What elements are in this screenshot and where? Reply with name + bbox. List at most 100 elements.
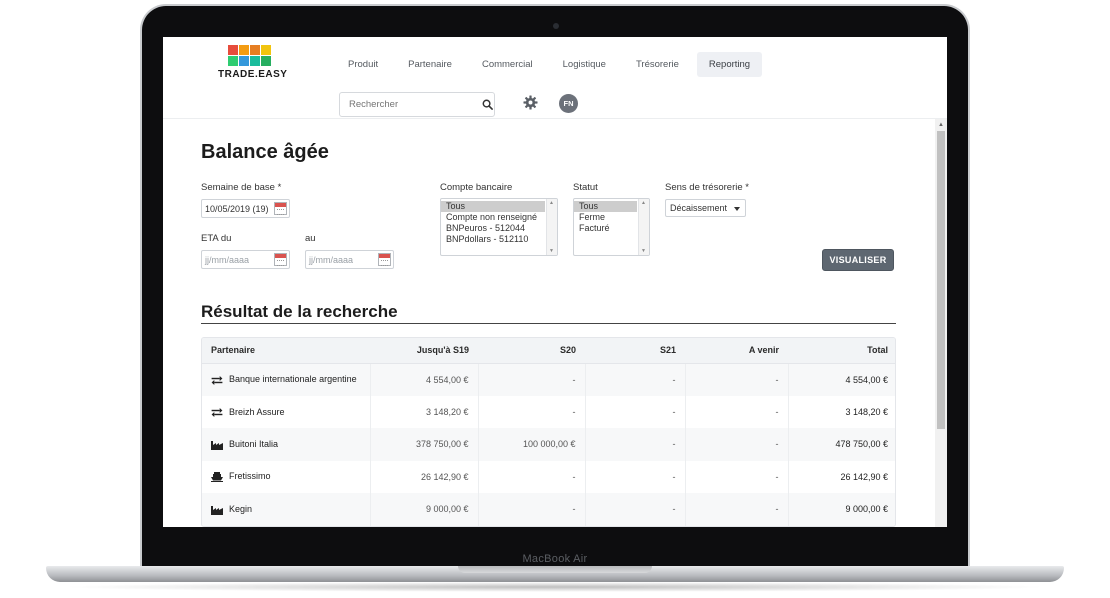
calendar-icon[interactable] xyxy=(378,253,391,266)
cell-s21: - xyxy=(585,395,686,428)
eta-au-label: au xyxy=(305,233,316,244)
table-row[interactable]: Banque internationale argentine 4 554,00… xyxy=(202,363,895,396)
compte-option[interactable]: Compte non renseigné xyxy=(441,212,557,223)
factory-icon xyxy=(211,505,223,515)
camera-icon xyxy=(553,23,559,29)
device-label: MacBook Air xyxy=(522,553,588,565)
cell-total: 9 000,00 € xyxy=(788,493,895,526)
cell-total: 478 750,00 € xyxy=(788,428,895,461)
compte-label: Compte bancaire xyxy=(440,182,513,193)
column-header[interactable]: A venir xyxy=(685,338,788,364)
table-row[interactable]: Fretissimo 26 142,90 € - - - 26 142,90 € xyxy=(202,460,895,493)
nav-item-tresorerie[interactable]: Trésorerie xyxy=(624,52,691,77)
scroll-up-icon[interactable]: ▲ xyxy=(938,122,944,128)
main-content: Balance âgée Semaine de base * 10/05/201… xyxy=(201,119,901,527)
partenaire-name[interactable]: Buitoni Italia xyxy=(229,439,278,449)
results-title: Résultat de la recherche xyxy=(201,302,398,321)
calendar-icon[interactable] xyxy=(274,253,287,266)
avatar[interactable]: FN xyxy=(559,94,578,113)
cell-s20: - xyxy=(478,395,586,428)
ship-icon xyxy=(211,472,223,483)
partenaire-cell: Banque internationale argentine xyxy=(202,363,371,396)
partenaire-name[interactable]: Kegin xyxy=(229,504,252,514)
semaine-value: 10/05/2019 (19) xyxy=(205,203,269,214)
sens-select[interactable]: Décaissement xyxy=(665,199,746,217)
semaine-field[interactable]: 10/05/2019 (19) xyxy=(201,199,290,218)
partenaire-name[interactable]: Breizh Assure xyxy=(229,407,285,417)
cell-s21: - xyxy=(585,460,686,493)
search-input[interactable] xyxy=(340,99,481,110)
cell-s20: - xyxy=(478,460,586,493)
eta-au-field[interactable]: jj/mm/aaaa xyxy=(305,250,394,269)
cell-a-venir: - xyxy=(685,428,789,461)
listbox-scrollbar[interactable] xyxy=(638,199,649,255)
transfer-icon xyxy=(211,407,223,417)
logo-tile xyxy=(239,45,249,55)
partenaire-name[interactable]: Fretissimo xyxy=(229,471,271,481)
statut-option[interactable]: Tous xyxy=(574,201,637,212)
factory-icon xyxy=(211,440,223,450)
column-header[interactable]: Partenaire xyxy=(202,338,370,364)
compte-option[interactable]: Tous xyxy=(441,201,545,212)
table-row[interactable]: Buitoni Italia 378 750,00 € 100 000,00 €… xyxy=(202,428,895,461)
page-scrollbar[interactable]: ▲ xyxy=(935,119,947,527)
eta-au-placeholder: jj/mm/aaaa xyxy=(309,254,354,265)
partenaire-cell: Fretissimo xyxy=(202,460,371,493)
column-header[interactable]: Total xyxy=(788,338,895,364)
app-screen: TRADE.EASY Produit Partenaire Commercial… xyxy=(163,37,947,527)
cell-jusqua-s19: 9 000,00 € xyxy=(370,493,479,526)
column-header[interactable]: Jusqu'à S19 xyxy=(370,338,478,364)
search-box xyxy=(339,92,495,117)
column-header[interactable]: S20 xyxy=(478,338,585,364)
logo-tile xyxy=(228,56,238,66)
partenaire-cell: Breizh Assure xyxy=(202,395,371,428)
search-icon xyxy=(482,99,493,110)
page-title: Balance âgée xyxy=(201,141,329,163)
partenaire-cell: Kegin xyxy=(202,493,371,526)
cell-s20: - xyxy=(478,493,586,526)
sens-value: Décaissement xyxy=(670,203,728,213)
cell-s21: - xyxy=(585,428,686,461)
calendar-icon[interactable] xyxy=(274,202,287,215)
eta-du-field[interactable]: jj/mm/aaaa xyxy=(201,250,290,269)
partenaire-cell: Buitoni Italia xyxy=(202,428,371,461)
table-row[interactable]: Breizh Assure 3 148,20 € - - - 3 148,20 … xyxy=(202,395,895,428)
semaine-label: Semaine de base * xyxy=(201,182,282,193)
table-row[interactable]: Kegin 9 000,00 € - - - 9 000,00 € xyxy=(202,493,895,526)
logo-mark xyxy=(228,45,288,66)
cell-s20: 100 000,00 € xyxy=(478,428,586,461)
logo-tile xyxy=(228,45,238,55)
header: TRADE.EASY Produit Partenaire Commercial… xyxy=(163,37,947,119)
compte-listbox[interactable]: Tous Compte non renseigné BNPeuros - 512… xyxy=(440,198,558,256)
nav-item-produit[interactable]: Produit xyxy=(336,52,390,77)
settings-button[interactable] xyxy=(523,95,538,115)
visualiser-button[interactable]: VISUALISER xyxy=(822,249,894,271)
cell-s20: - xyxy=(478,363,586,396)
compte-option[interactable]: BNPdollars - 512110 xyxy=(441,234,557,245)
cell-a-venir: - xyxy=(685,460,789,493)
nav-item-partenaire[interactable]: Partenaire xyxy=(396,52,464,77)
compte-option[interactable]: BNPeuros - 512044 xyxy=(441,223,557,234)
nav-item-commercial[interactable]: Commercial xyxy=(470,52,545,77)
cell-a-venir: - xyxy=(685,395,789,428)
logo-tile xyxy=(239,56,249,66)
statut-listbox[interactable]: Tous Ferme Facturé xyxy=(573,198,650,256)
divider xyxy=(201,323,896,324)
transfer-icon xyxy=(211,375,223,385)
table-header-row: Partenaire Jusqu'à S19 S20 S21 A venir T… xyxy=(202,338,895,364)
scrollbar-thumb[interactable] xyxy=(937,131,945,429)
partenaire-name[interactable]: Banque internationale argentine xyxy=(229,374,357,384)
main-nav: Produit Partenaire Commercial Logistique… xyxy=(336,52,763,77)
cell-total: 4 554,00 € xyxy=(788,363,895,396)
search-button[interactable] xyxy=(481,94,494,116)
listbox-scrollbar[interactable] xyxy=(546,199,557,255)
cell-total: 26 142,90 € xyxy=(840,471,888,482)
logo[interactable]: TRADE.EASY xyxy=(218,45,288,80)
chevron-down-icon xyxy=(734,207,740,211)
nav-item-logistique[interactable]: Logistique xyxy=(551,52,618,77)
nav-item-reporting[interactable]: Reporting xyxy=(696,52,763,77)
column-header[interactable]: S21 xyxy=(585,338,685,364)
cell-jusqua-s19: 378 750,00 € xyxy=(370,428,479,461)
logo-tile xyxy=(250,56,260,66)
gear-icon xyxy=(523,95,538,110)
